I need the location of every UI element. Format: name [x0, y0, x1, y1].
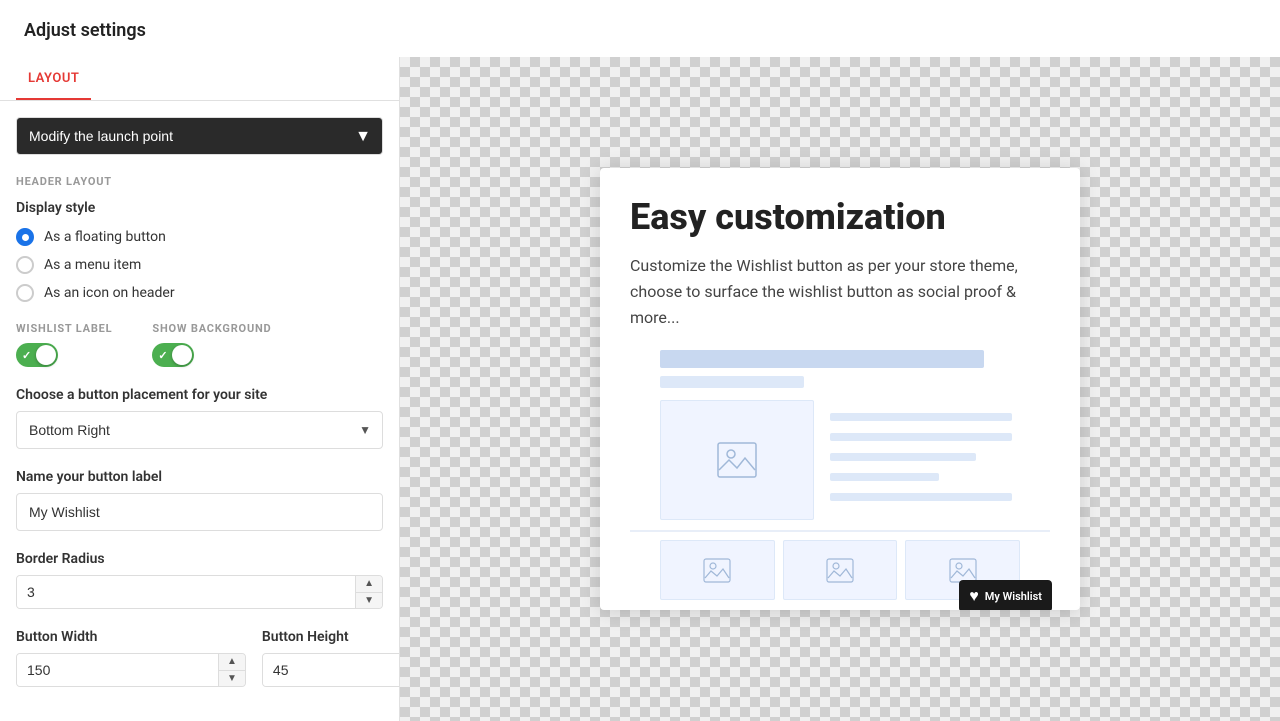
wishlist-label-thumb: [36, 345, 56, 365]
page-title: Adjust settings: [0, 0, 1280, 57]
show-background-toggle-group: SHOW BACKGROUND ✓: [152, 322, 271, 367]
wireframe-product-image: [660, 400, 814, 520]
bottom-product-1: [660, 540, 775, 600]
radio-menu[interactable]: As a menu item: [16, 256, 383, 274]
wireframe-product-text: [822, 400, 1020, 520]
wishlist-float-label: My Wishlist: [985, 590, 1042, 603]
button-label-field-label: Name your button label: [16, 469, 383, 485]
wireframe-line-5: [830, 493, 1012, 501]
wireframe-area: [630, 350, 1050, 520]
launch-point-dropdown-wrapper: Modify the launch point ▼: [16, 117, 383, 155]
border-radius-stepper: ▲ ▼: [355, 576, 382, 608]
button-height-label: Button Height: [262, 629, 400, 645]
preview-description: Customize the Wishlist button as per you…: [630, 253, 1050, 330]
wireframe-line-3: [830, 453, 976, 461]
preview-headline: Easy customization: [630, 198, 1050, 238]
display-style-radio-group: As a floating button As a menu item As a…: [16, 228, 383, 302]
wishlist-float-button: ♥ My Wishlist: [959, 580, 1052, 610]
display-style-title: Display style: [16, 200, 383, 216]
preview-card: Easy customization Customize the Wishlis…: [600, 168, 1080, 610]
radio-floating-circle: [16, 228, 34, 246]
radio-icon-header-circle: [16, 284, 34, 302]
radio-menu-circle: [16, 256, 34, 274]
radio-floating[interactable]: As a floating button: [16, 228, 383, 246]
button-width-input-wrapper: ▲ ▼: [16, 653, 246, 687]
bottom-grid-area: ♥ My Wishlist: [630, 531, 1050, 610]
wireframe-line-2: [830, 433, 1012, 441]
tab-bar: LAYOUT: [0, 57, 399, 101]
border-radius-input[interactable]: [17, 576, 355, 608]
placement-dropdown-wrapper: Bottom Right Bottom Left Top Right Top L…: [16, 411, 383, 449]
wireframe-two-col: [660, 400, 1020, 520]
radio-floating-label: As a floating button: [44, 229, 166, 245]
wishlist-label-check-icon: ✓: [18, 349, 31, 362]
wireframe-line-1: [830, 413, 1012, 421]
wishlist-label-track[interactable]: ✓: [16, 343, 58, 367]
button-width-decrement[interactable]: ▼: [219, 671, 245, 687]
button-width-label: Button Width: [16, 629, 246, 645]
show-background-label-text: SHOW BACKGROUND: [152, 322, 271, 335]
size-fields-group: Button Width ▲ ▼ Button Height ▲: [16, 629, 383, 687]
show-background-toggle[interactable]: ✓: [152, 343, 271, 367]
button-width-field: Button Width ▲ ▼: [16, 629, 246, 687]
wireframe-subheader-bar: [660, 376, 804, 388]
header-layout-label: HEADER LAYOUT: [16, 175, 383, 188]
button-height-input[interactable]: [263, 654, 400, 686]
settings-panel: LAYOUT Modify the launch point ▼ HEADER …: [0, 57, 400, 721]
wishlist-label-text: WISHLIST LABEL: [16, 322, 112, 335]
radio-icon-header[interactable]: As an icon on header: [16, 284, 383, 302]
heart-icon: ♥: [969, 586, 979, 606]
wishlist-label-toggle[interactable]: ✓: [16, 343, 112, 367]
tab-layout[interactable]: LAYOUT: [16, 57, 91, 100]
preview-panel: Easy customization Customize the Wishlis…: [400, 57, 1280, 721]
button-height-field: Button Height ▲ ▼: [262, 629, 400, 687]
button-width-input[interactable]: [17, 654, 218, 686]
show-background-thumb: [172, 345, 192, 365]
border-radius-decrement[interactable]: ▼: [356, 593, 382, 609]
placement-dropdown[interactable]: Bottom Right Bottom Left Top Right Top L…: [16, 411, 383, 449]
placement-label: Choose a button placement for your site: [16, 387, 383, 403]
show-background-check-icon: ✓: [154, 349, 167, 362]
radio-menu-label: As a menu item: [44, 257, 141, 273]
wishlist-label-toggle-group: WISHLIST LABEL ✓: [16, 322, 112, 367]
button-width-increment[interactable]: ▲: [219, 654, 245, 671]
button-label-input[interactable]: [16, 493, 383, 531]
bottom-product-2: [783, 540, 898, 600]
button-width-stepper: ▲ ▼: [218, 654, 245, 686]
wireframe-line-4: [830, 473, 939, 481]
border-radius-increment[interactable]: ▲: [356, 576, 382, 593]
radio-icon-header-label: As an icon on header: [44, 285, 175, 301]
border-radius-label: Border Radius: [16, 551, 383, 567]
toggles-row: WISHLIST LABEL ✓ SHOW BACKGROUND ✓: [16, 322, 383, 367]
wireframe-header-bar: [660, 350, 984, 368]
launch-point-dropdown[interactable]: Modify the launch point: [16, 117, 383, 155]
border-radius-input-wrapper: ▲ ▼: [16, 575, 383, 609]
show-background-track[interactable]: ✓: [152, 343, 194, 367]
button-height-input-wrapper: ▲ ▼: [262, 653, 400, 687]
